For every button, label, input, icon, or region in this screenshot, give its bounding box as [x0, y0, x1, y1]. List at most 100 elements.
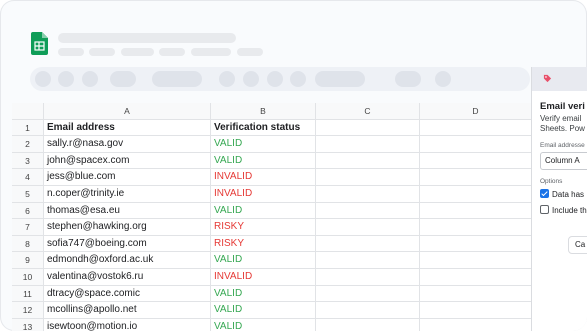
option-include[interactable]: Include th — [540, 205, 587, 216]
row-number[interactable]: 2 — [12, 136, 44, 153]
empty-cell[interactable] — [316, 169, 420, 186]
toolbar-button[interactable] — [290, 71, 306, 87]
status-cell[interactable]: VALID — [211, 318, 316, 331]
empty-cell[interactable] — [316, 318, 420, 331]
status-cell[interactable]: INVALID — [211, 186, 316, 203]
row-number[interactable]: 12 — [12, 302, 44, 319]
status-cell[interactable]: INVALID — [211, 269, 316, 286]
row-number[interactable]: 13 — [12, 318, 44, 331]
select-all-corner[interactable] — [12, 103, 44, 120]
empty-cell[interactable] — [316, 152, 420, 170]
row-number[interactable]: 11 — [12, 285, 44, 303]
email-cell[interactable]: thomas@esa.eu — [44, 202, 211, 220]
empty-cell[interactable] — [316, 252, 420, 269]
toolbar — [30, 67, 530, 91]
google-sheets-icon[interactable] — [31, 32, 48, 55]
empty-cell[interactable] — [420, 302, 532, 319]
status-cell[interactable]: RISKY — [211, 235, 316, 253]
toolbar-button[interactable] — [152, 71, 202, 87]
email-cell[interactable]: isewtoon@motion.io — [44, 318, 211, 331]
empty-cell[interactable] — [420, 318, 532, 331]
row-number[interactable]: 9 — [12, 252, 44, 269]
empty-cell[interactable] — [420, 285, 532, 303]
status-cell[interactable]: VALID — [211, 202, 316, 220]
empty-cell[interactable] — [316, 136, 420, 153]
menu-placeholder[interactable] — [89, 48, 115, 56]
email-cell[interactable]: edmondh@oxford.ac.uk — [44, 252, 211, 269]
empty-cell[interactable] — [420, 269, 532, 286]
status-cell[interactable]: VALID — [211, 285, 316, 303]
menu-placeholder[interactable] — [191, 48, 231, 56]
cancel-button[interactable]: Ca — [568, 236, 587, 254]
row-number[interactable]: 6 — [12, 202, 44, 220]
status-cell[interactable]: VALID — [211, 136, 316, 153]
menu-placeholder[interactable] — [237, 48, 263, 56]
email-cell[interactable]: Email address — [44, 119, 211, 137]
email-cell[interactable]: stephen@hawking.org — [44, 219, 211, 236]
empty-cell[interactable] — [420, 152, 532, 170]
status-cell[interactable]: VALID — [211, 302, 316, 319]
toolbar-button[interactable] — [395, 71, 421, 87]
checkbox-checked[interactable] — [540, 189, 549, 198]
menu-placeholder[interactable] — [121, 48, 154, 56]
column-header-a[interactable]: A — [44, 103, 211, 120]
status-cell[interactable]: VALID — [211, 252, 316, 269]
toolbar-button[interactable] — [35, 71, 51, 87]
status-cell[interactable]: VALID — [211, 152, 316, 170]
status-cell[interactable]: Verification status — [211, 119, 316, 137]
empty-cell[interactable] — [420, 219, 532, 236]
toolbar-button[interactable] — [435, 71, 451, 87]
empty-cell[interactable] — [420, 202, 532, 220]
empty-cell[interactable] — [316, 235, 420, 253]
row-number[interactable]: 8 — [12, 235, 44, 253]
toolbar-button[interactable] — [110, 71, 136, 87]
sidebar-header — [532, 67, 587, 91]
spreadsheet-grid: A B C D 1 Email address Verification statu… — [12, 103, 532, 331]
empty-cell[interactable] — [316, 302, 420, 319]
email-cell[interactable]: sofia747@boeing.com — [44, 235, 211, 253]
status-cell[interactable]: RISKY — [211, 219, 316, 236]
empty-cell[interactable] — [316, 269, 420, 286]
empty-cell[interactable] — [316, 119, 420, 137]
row-number[interactable]: 5 — [12, 186, 44, 203]
option-data-has-headers[interactable]: Data has — [540, 189, 587, 200]
empty-cell[interactable] — [316, 202, 420, 220]
column-header-d[interactable]: D — [420, 103, 532, 120]
empty-cell[interactable] — [316, 285, 420, 303]
empty-cell[interactable] — [420, 252, 532, 269]
empty-cell[interactable] — [420, 186, 532, 203]
menu-placeholder[interactable] — [58, 48, 84, 56]
empty-cell[interactable] — [420, 169, 532, 186]
option-label: Data has — [552, 190, 585, 199]
toolbar-button[interactable] — [219, 71, 235, 87]
table-row: 9 edmondh@oxford.ac.uk VALID — [12, 252, 532, 269]
row-number[interactable]: 3 — [12, 152, 44, 170]
row-number[interactable]: 10 — [12, 269, 44, 286]
toolbar-button[interactable] — [82, 71, 98, 87]
email-cell[interactable]: john@spacex.com — [44, 152, 211, 170]
toolbar-button[interactable] — [267, 71, 283, 87]
empty-cell[interactable] — [316, 186, 420, 203]
empty-cell[interactable] — [316, 219, 420, 236]
row-number[interactable]: 1 — [12, 119, 44, 137]
checkbox-unchecked[interactable] — [540, 205, 549, 214]
email-cell[interactable]: valentina@vostok6.ru — [44, 269, 211, 286]
email-cell[interactable]: sally.r@nasa.gov — [44, 136, 211, 153]
toolbar-button[interactable] — [58, 71, 74, 87]
toolbar-button[interactable] — [243, 71, 259, 87]
menu-placeholder[interactable] — [159, 48, 185, 56]
column-header-c[interactable]: C — [316, 103, 420, 120]
column-header-b[interactable]: B — [211, 103, 316, 120]
email-cell[interactable]: mcollins@apollo.net — [44, 302, 211, 319]
email-cell[interactable]: jess@blue.com — [44, 169, 211, 186]
empty-cell[interactable] — [420, 235, 532, 253]
row-number[interactable]: 7 — [12, 219, 44, 236]
email-cell[interactable]: n.coper@trinity.ie — [44, 186, 211, 203]
email-column-select[interactable]: Column A — [540, 152, 587, 170]
toolbar-button[interactable] — [315, 71, 365, 87]
row-number[interactable]: 4 — [12, 169, 44, 186]
empty-cell[interactable] — [420, 136, 532, 153]
status-cell[interactable]: INVALID — [211, 169, 316, 186]
email-cell[interactable]: dtracy@space.comic — [44, 285, 211, 303]
empty-cell[interactable] — [420, 119, 532, 137]
